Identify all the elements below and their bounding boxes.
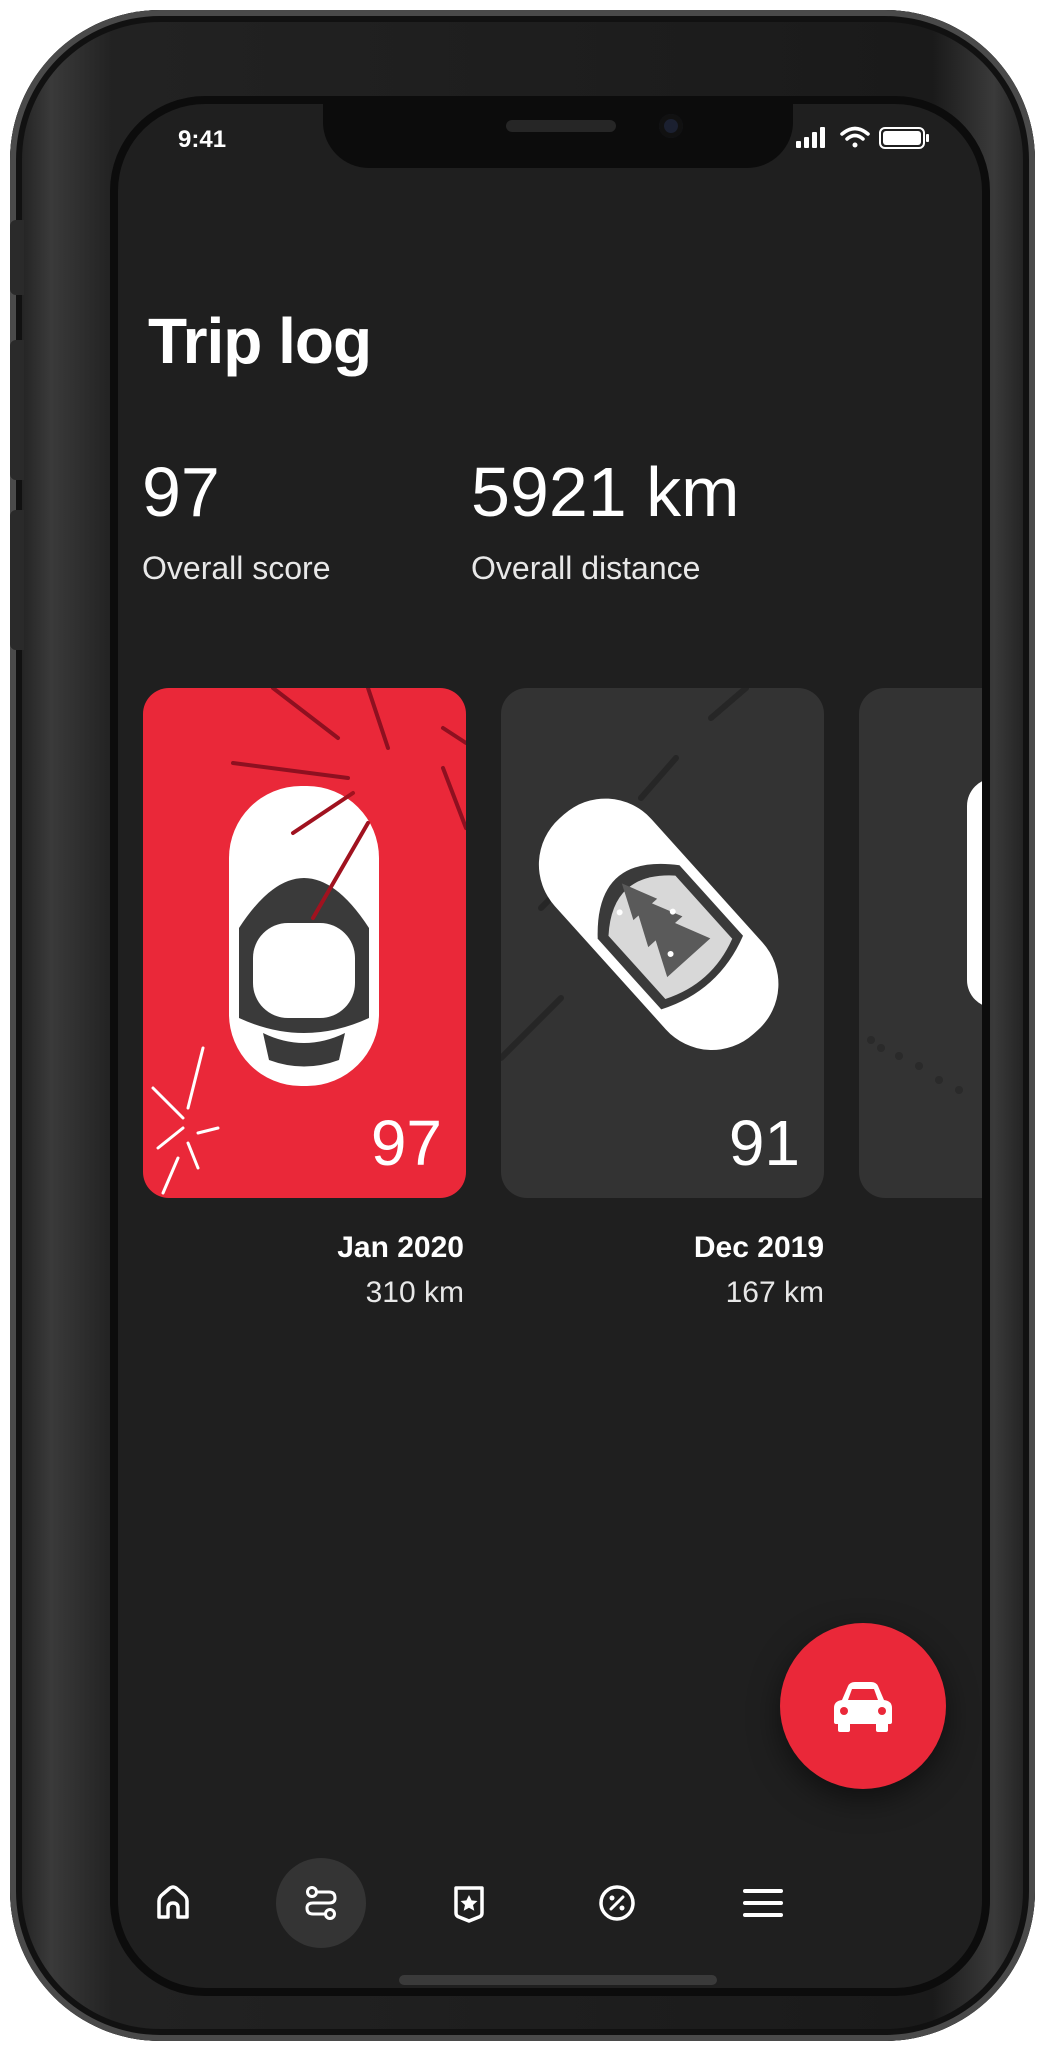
status-icons xyxy=(796,126,929,149)
wifi-icon xyxy=(840,126,870,148)
signal-icon xyxy=(796,127,825,148)
trip-month: Jan 2020 xyxy=(337,1231,464,1264)
overall-distance-label: Overall distance xyxy=(471,550,701,586)
notch xyxy=(323,104,793,168)
phone-frame: 9:41 Trip log 97 Overall score 5921 km O… xyxy=(10,10,1035,2041)
car-illustration xyxy=(867,781,982,1094)
nav-trip-log[interactable] xyxy=(276,1858,366,1948)
trip-month: Dec 2019 xyxy=(693,1231,824,1264)
nav-badges[interactable] xyxy=(424,1858,514,1948)
trip-carousel[interactable]: 97 91 xyxy=(143,688,982,1198)
percent-icon xyxy=(599,1885,635,1921)
silent-switch xyxy=(10,220,24,295)
trip-distance: 310 km xyxy=(365,1276,464,1309)
front-camera xyxy=(659,114,683,138)
volume-down-button xyxy=(10,510,24,650)
app-screen: 9:41 Trip log 97 Overall score 5921 km O… xyxy=(110,96,990,1996)
trip-card-jan-2020[interactable]: 97 xyxy=(143,688,466,1198)
nav-offers[interactable] xyxy=(572,1858,662,1948)
home-icon xyxy=(157,1885,189,1919)
status-time: 9:41 xyxy=(178,126,227,153)
speaker xyxy=(506,120,616,132)
trip-card-partial[interactable] xyxy=(859,688,982,1198)
route-icon xyxy=(305,1886,337,1920)
overall-score-label: Overall score xyxy=(142,550,331,586)
overall-distance-value: 5921 km xyxy=(471,453,740,531)
battery-icon xyxy=(879,127,929,149)
trip-card-dec-2019[interactable]: 91 xyxy=(501,688,824,1198)
menu-icon xyxy=(743,1889,783,1917)
home-indicator xyxy=(399,1975,717,1985)
badge-star-icon xyxy=(454,1886,484,1923)
start-trip-button[interactable] xyxy=(780,1623,946,1789)
trip-score: 91 xyxy=(728,1107,800,1179)
trip-distance: 167 km xyxy=(725,1276,824,1309)
overall-score-value: 97 xyxy=(142,453,220,531)
trip-score: 97 xyxy=(370,1107,442,1179)
page-title: Trip log xyxy=(148,305,372,377)
car-icon xyxy=(834,1682,892,1732)
nav-menu[interactable] xyxy=(718,1858,808,1948)
volume-up-button xyxy=(10,340,24,480)
nav-home[interactable] xyxy=(128,1858,218,1948)
